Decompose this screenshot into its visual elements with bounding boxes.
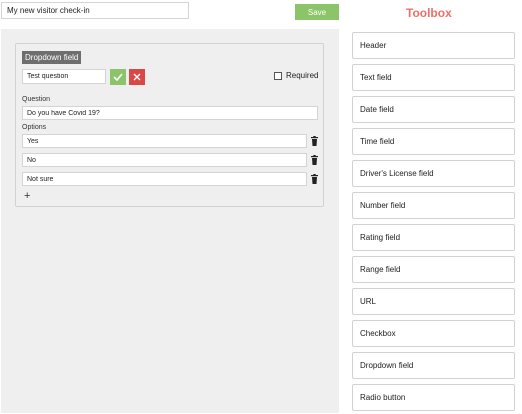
field-editor-card: Dropdown field Required Question Options — [15, 43, 324, 207]
toolbox-item-time-field[interactable]: Time field — [352, 128, 515, 155]
toolbox-item-dropdown-field[interactable]: Dropdown field — [352, 352, 515, 379]
cancel-button[interactable] — [129, 69, 145, 85]
required-label: Required — [286, 71, 319, 80]
trash-icon[interactable] — [311, 136, 318, 146]
toolbox-item-date-field[interactable]: Date field — [352, 96, 515, 123]
toolbox-item-label: Checkbox — [360, 329, 396, 338]
field-label-input[interactable] — [22, 69, 106, 84]
toolbox-item-label: Rating field — [360, 233, 401, 242]
toolbox-item-range-field[interactable]: Range field — [352, 256, 515, 283]
toolbox-item-label: Range field — [360, 265, 401, 274]
toolbox-item-drivers-license-field[interactable]: Driver's License field — [352, 160, 515, 187]
option-row — [22, 153, 318, 167]
field-type-badge: Dropdown field — [22, 51, 82, 64]
required-toggle[interactable]: Required — [274, 71, 318, 80]
trash-icon[interactable] — [311, 155, 318, 165]
save-button[interactable]: Save — [295, 4, 339, 20]
confirm-button[interactable] — [110, 69, 126, 85]
toolbox-item-rating-field[interactable]: Rating field — [352, 224, 515, 251]
toolbox-item-checkbox[interactable]: Checkbox — [352, 320, 515, 347]
toolbox-item-label: Header — [360, 41, 387, 50]
option-input[interactable] — [22, 134, 307, 148]
form-builder: Save Toolbox Dropdown field Required Que… — [0, 0, 522, 414]
check-icon — [113, 73, 123, 81]
toolbox-item-label: Dropdown field — [360, 361, 414, 370]
option-input[interactable] — [22, 172, 307, 186]
trash-icon[interactable] — [311, 174, 318, 184]
option-input[interactable] — [22, 153, 307, 167]
toolbox-title: Toolbox — [406, 6, 452, 20]
toolbox-item-label: Radio button — [360, 393, 406, 402]
toolbox-item-text-field[interactable]: Text field — [352, 64, 515, 91]
add-option-button[interactable]: + — [24, 191, 30, 202]
toolbox-item-label: Time field — [360, 137, 395, 146]
question-label: Question — [22, 96, 51, 103]
toolbox-item-label: Number field — [360, 201, 406, 210]
toolbox-item-radio-button[interactable]: Radio button — [352, 384, 515, 411]
form-canvas: Dropdown field Required Question Options — [1, 29, 339, 413]
required-checkbox[interactable] — [274, 71, 282, 80]
option-row — [22, 172, 318, 186]
question-input[interactable] — [22, 106, 318, 120]
toolbox-item-label: URL — [360, 297, 377, 306]
options-label: Options — [22, 124, 47, 131]
form-name-input[interactable] — [1, 2, 189, 19]
toolbox-item-label: Text field — [360, 73, 392, 82]
toolbox-item-url[interactable]: URL — [352, 288, 515, 315]
toolbox-item-label: Driver's License field — [360, 169, 434, 178]
toolbox-item-label: Date field — [360, 105, 394, 114]
toolbox-item-number-field[interactable]: Number field — [352, 192, 515, 219]
plus-icon: + — [24, 190, 31, 202]
close-icon — [133, 73, 141, 81]
option-row — [22, 134, 318, 148]
toolbox-item-header[interactable]: Header — [352, 32, 515, 59]
